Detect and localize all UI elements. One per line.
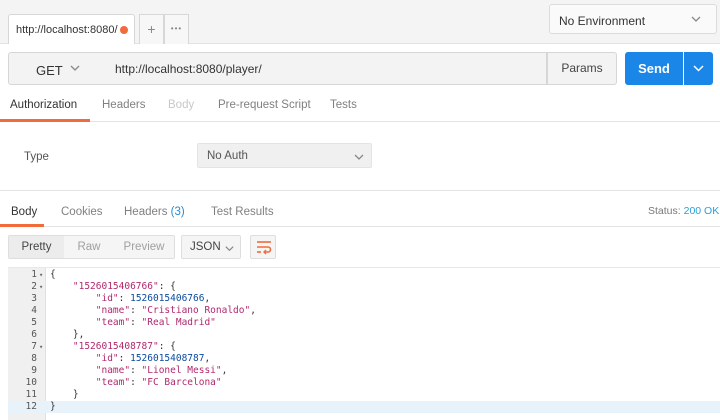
line-number: 2 <box>31 281 37 292</box>
auth-type-value: No Auth <box>207 150 248 162</box>
format-select[interactable]: JSON <box>181 235 241 259</box>
tab-response-headers-label: Headers <box>124 206 168 218</box>
chevron-down-icon <box>225 246 234 252</box>
line-number: 11 <box>25 389 37 400</box>
code-line: 6 }, <box>8 329 720 341</box>
url-input[interactable] <box>107 52 547 85</box>
status-value: 200 OK <box>683 205 720 217</box>
tab-authorization[interactable]: Authorization <box>10 99 77 111</box>
request-tabs: Authorization Headers Body Pre-request S… <box>0 92 720 122</box>
line-number: 4 <box>31 305 37 316</box>
line-number: 3 <box>31 293 37 304</box>
auth-type-select[interactable]: No Auth <box>197 143 372 168</box>
line-number: 5 <box>31 317 37 328</box>
code-text: "team": "FC Barcelona" <box>95 377 222 388</box>
method-select[interactable]: GET <box>8 52 108 85</box>
code-line: 4 "name": "Cristiano Ronaldo", <box>8 305 720 317</box>
code-text: "team": "Real Madrid" <box>95 317 216 328</box>
environment-select[interactable]: No Environment <box>549 4 717 34</box>
tab-pre-request-script[interactable]: Pre-request Script <box>218 99 311 111</box>
code-line: 1 ▾ { <box>8 269 720 281</box>
send-button[interactable]: Send <box>625 52 683 85</box>
tab-test-results[interactable]: Test Results <box>211 206 274 218</box>
code-line: 9 "name": "Lionel Messi", <box>8 365 720 377</box>
params-button[interactable]: Params <box>547 52 617 85</box>
response-body-editor[interactable]: 1 ▾{2 ▾ "1526015406766": {3 "id": 15260154… <box>8 267 720 420</box>
active-tab-indicator <box>0 119 90 122</box>
fold-toggle-icon[interactable]: ▾ <box>39 341 43 353</box>
response-tabs: Body Cookies Headers (3) Test Results St… <box>0 199 720 227</box>
code-text: "name": "Lionel Messi", <box>95 365 228 376</box>
method-label: GET <box>36 63 63 78</box>
line-number: 6 <box>31 329 37 340</box>
environment-label: No Environment <box>559 14 646 28</box>
chevron-down-icon <box>354 154 364 160</box>
code-line: 11 } <box>8 389 720 401</box>
code-line: 2 ▾ "1526015406766": { <box>8 281 720 293</box>
code-text: }, <box>50 329 85 340</box>
chevron-down-icon <box>693 65 704 72</box>
code-text: "1526015406766": { <box>72 281 176 292</box>
send-options-button[interactable] <box>684 52 713 85</box>
auth-type-label: Type <box>24 151 49 163</box>
wrap-lines-button[interactable] <box>250 235 276 259</box>
code-line: 12} <box>8 401 720 413</box>
request-tab[interactable]: http://localhost:8080/ <box>8 14 135 44</box>
request-tab-label: http://localhost:8080/ <box>16 24 118 36</box>
fold-toggle-icon[interactable]: ▾ <box>39 281 43 293</box>
response-status: Status: 200 OK <box>648 205 719 217</box>
tab-tests[interactable]: Tests <box>330 99 357 111</box>
tab-headers[interactable]: Headers <box>102 99 145 111</box>
fold-toggle-icon[interactable]: ▾ <box>39 269 43 281</box>
status-label: Status: <box>648 205 681 217</box>
view-mode-group: Pretty Raw Preview <box>8 235 175 259</box>
code-line: 3 "id": 1526015406766, <box>8 293 720 305</box>
code-line: 8 "id": 1526015408787, <box>8 353 720 365</box>
line-number: 10 <box>25 377 37 388</box>
code-text: "1526015408787": { <box>72 341 176 352</box>
chevron-down-icon <box>70 65 80 71</box>
chevron-down-icon <box>691 16 701 22</box>
view-raw-button[interactable]: Raw <box>64 236 114 258</box>
code-line: 7 ▾ "1526015408787": { <box>8 341 720 353</box>
wrap-lines-icon <box>257 241 272 255</box>
line-number: 12 <box>25 401 37 412</box>
unsaved-changes-dot-icon <box>120 26 128 34</box>
line-number: 7 <box>31 341 37 352</box>
code-text: } <box>50 401 56 412</box>
tab-cookies[interactable]: Cookies <box>61 206 103 218</box>
line-number: 1 <box>31 269 37 280</box>
format-label: JSON <box>190 241 221 253</box>
code-text: } <box>50 389 79 400</box>
line-number: 8 <box>31 353 37 364</box>
headers-count-badge: (3) <box>170 206 185 218</box>
code-text: "id": 1526015406766, <box>95 293 211 304</box>
code-text: "name": "Cristiano Ronaldo", <box>95 305 256 316</box>
code-line: 10 "team": "FC Barcelona" <box>8 377 720 389</box>
code-line: 5 "team": "Real Madrid" <box>8 317 720 329</box>
more-tabs-button[interactable]: ••• <box>164 14 189 44</box>
tab-response-headers[interactable]: Headers (3) <box>124 206 185 218</box>
tab-response-body[interactable]: Body <box>11 206 37 218</box>
new-tab-button[interactable]: + <box>139 14 164 44</box>
active-tab-indicator <box>0 224 44 227</box>
tab-body[interactable]: Body <box>168 99 194 111</box>
code-text: { <box>50 269 56 280</box>
line-number: 9 <box>31 365 37 376</box>
divider <box>0 190 720 191</box>
code-text: "id": 1526015408787, <box>95 353 211 364</box>
view-preview-button[interactable]: Preview <box>114 236 174 258</box>
request-tab-strip: http://localhost:8080/ + ••• No Environm… <box>0 0 720 44</box>
view-pretty-button[interactable]: Pretty <box>9 236 64 258</box>
